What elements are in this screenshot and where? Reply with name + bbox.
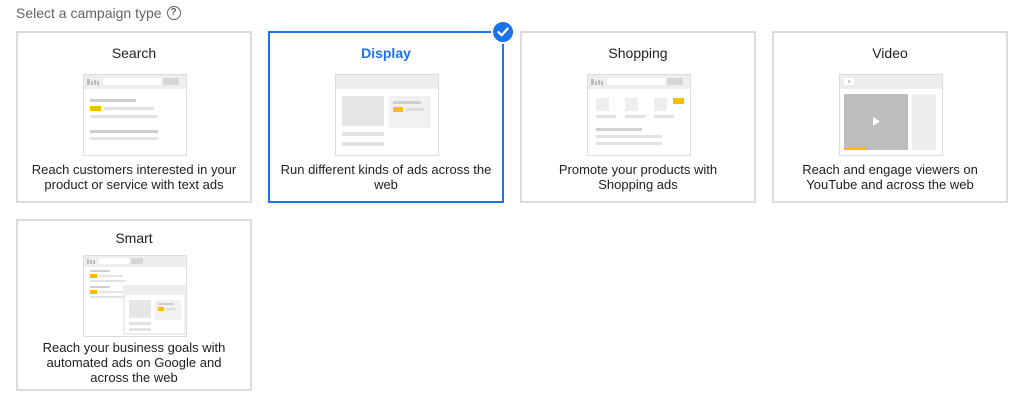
campaign-card-smart[interactable]: Smart Reach your business goals with aut… [16,219,252,391]
selected-check-icon [491,20,515,44]
shopping-ad-illustration [587,74,691,156]
campaign-description: Reach customers interested in your produ… [31,162,237,192]
campaign-title: Smart [115,230,153,246]
campaign-description: Run different kinds of ads across the we… [280,162,492,192]
smart-ad-illustration [83,255,187,337]
campaign-title: Shopping [608,45,668,61]
campaign-title: Display [361,45,411,61]
video-ad-illustration [839,74,943,156]
campaign-description: Reach and engage viewers on YouTube and … [802,162,978,192]
search-ad-illustration [83,74,187,156]
campaign-description: Promote your products with Shopping ads [558,162,718,192]
help-icon[interactable]: ? [166,6,181,20]
campaign-type-label: Select a campaign type [16,5,162,21]
campaign-card-video[interactable]: Video Reach and engage viewers on YouTub… [772,31,1008,203]
campaign-title: Video [872,45,908,61]
campaign-description: Reach your business goals with automated… [42,340,226,385]
campaign-type-header: Select a campaign type ? [16,5,181,21]
display-ad-illustration [335,74,439,156]
campaign-title: Search [111,45,157,61]
campaign-card-search[interactable]: Search Reach customers interested in you… [16,31,252,203]
campaign-card-shopping[interactable]: Shopping Promote your products with Shop… [520,31,756,203]
campaign-card-display[interactable]: Display Run different kinds of ads acros… [268,20,515,203]
